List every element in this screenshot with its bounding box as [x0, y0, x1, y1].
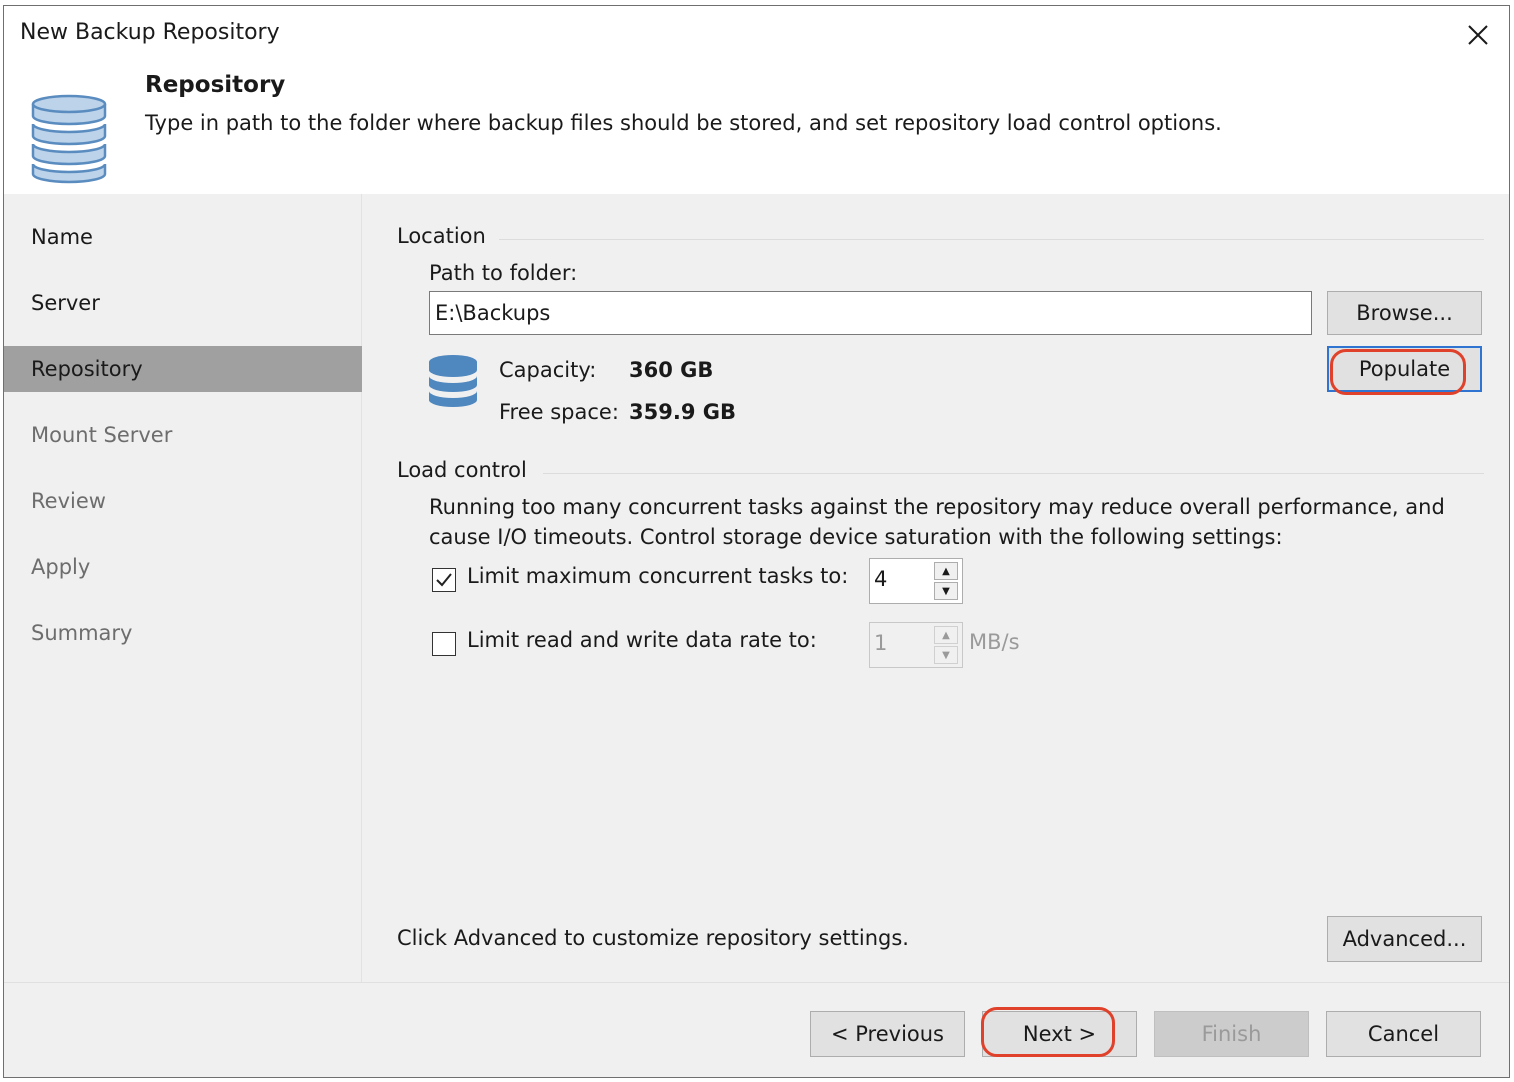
cancel-button[interactable]: Cancel — [1326, 1011, 1481, 1057]
spinner-down-button[interactable]: ▼ — [934, 582, 958, 600]
sidebar-item-server[interactable]: Server — [4, 280, 362, 326]
wizard-footer: < Previous Next > Finish Cancel — [4, 982, 1509, 1077]
advanced-button[interactable]: Advanced... — [1327, 916, 1482, 962]
sidebar-item-label: Name — [31, 225, 93, 249]
advanced-hint: Click Advanced to customize repository s… — [397, 926, 909, 950]
free-space-label: Free space: — [499, 400, 619, 424]
page-title: Repository — [145, 72, 286, 98]
data-rate-value[interactable]: 1 — [874, 631, 887, 655]
previous-button[interactable]: < Previous — [810, 1011, 965, 1057]
finish-button[interactable]: Finish — [1154, 1011, 1309, 1057]
path-input[interactable] — [429, 291, 1312, 335]
concurrent-tasks-value[interactable]: 4 — [874, 567, 887, 591]
window-title: New Backup Repository — [20, 20, 280, 45]
sidebar-item-label: Apply — [31, 555, 91, 579]
data-rate-unit: MB/s — [969, 630, 1020, 654]
sidebar-item-label: Server — [31, 291, 100, 315]
limit-tasks-checkbox[interactable] — [432, 568, 456, 592]
spinner-down-button[interactable]: ▼ — [934, 646, 958, 664]
sidebar-item-label: Mount Server — [31, 423, 173, 447]
free-space-value: 359.9 GB — [629, 400, 736, 424]
load-control-group-divider — [543, 473, 1484, 474]
new-backup-repository-dialog: New Backup Repository Repository Type in… — [3, 5, 1510, 1078]
location-group-label: Location — [397, 224, 486, 248]
location-group-divider — [499, 239, 1484, 240]
spinner-up-button[interactable]: ▲ — [934, 626, 958, 644]
path-label: Path to folder: — [429, 261, 578, 285]
spinner-up-button[interactable]: ▲ — [934, 562, 958, 580]
page-description: Type in path to the folder where backup … — [145, 111, 1222, 135]
populate-button[interactable]: Populate — [1327, 346, 1482, 392]
concurrent-tasks-spinner[interactable]: 4 ▲ ▼ — [869, 558, 963, 604]
repository-settings-panel: Location Path to folder: Browse... Popul… — [363, 194, 1509, 982]
arrow-down-icon: ▼ — [942, 649, 950, 661]
sidebar-item-repository[interactable]: Repository — [4, 346, 362, 392]
sidebar-item-label: Summary — [31, 621, 133, 645]
close-icon — [1468, 25, 1488, 45]
checkmark-icon — [436, 573, 452, 587]
limit-rate-checkbox[interactable] — [432, 632, 456, 656]
wizard-steps-sidebar: Name Server Repository Mount Server Revi… — [4, 194, 362, 982]
sidebar-item-summary[interactable]: Summary — [4, 610, 362, 656]
sidebar-item-label: Repository — [31, 357, 143, 381]
close-button[interactable] — [1461, 18, 1495, 52]
load-control-description: Running too many concurrent tasks agains… — [429, 495, 1445, 549]
arrow-up-icon: ▲ — [942, 565, 950, 577]
sidebar-item-name[interactable]: Name — [4, 214, 362, 260]
disk-capacity-icon — [429, 355, 477, 407]
capacity-label: Capacity: — [499, 358, 597, 382]
database-icon — [31, 94, 107, 184]
browse-button[interactable]: Browse... — [1327, 291, 1482, 335]
arrow-up-icon: ▲ — [942, 629, 950, 641]
next-button[interactable]: Next > — [982, 1011, 1137, 1057]
capacity-value: 360 GB — [629, 358, 714, 382]
sidebar-item-review[interactable]: Review — [4, 478, 362, 524]
wizard-body: Name Server Repository Mount Server Revi… — [4, 194, 1509, 982]
load-control-group-label: Load control — [397, 458, 527, 482]
data-rate-spinner[interactable]: 1 ▲ ▼ — [869, 622, 963, 668]
limit-tasks-label: Limit maximum concurrent tasks to: — [467, 564, 849, 588]
limit-rate-label: Limit read and write data rate to: — [467, 628, 817, 652]
sidebar-item-apply[interactable]: Apply — [4, 544, 362, 590]
arrow-down-icon: ▼ — [942, 585, 950, 597]
sidebar-item-label: Review — [31, 489, 106, 513]
sidebar-item-mount-server[interactable]: Mount Server — [4, 412, 362, 458]
